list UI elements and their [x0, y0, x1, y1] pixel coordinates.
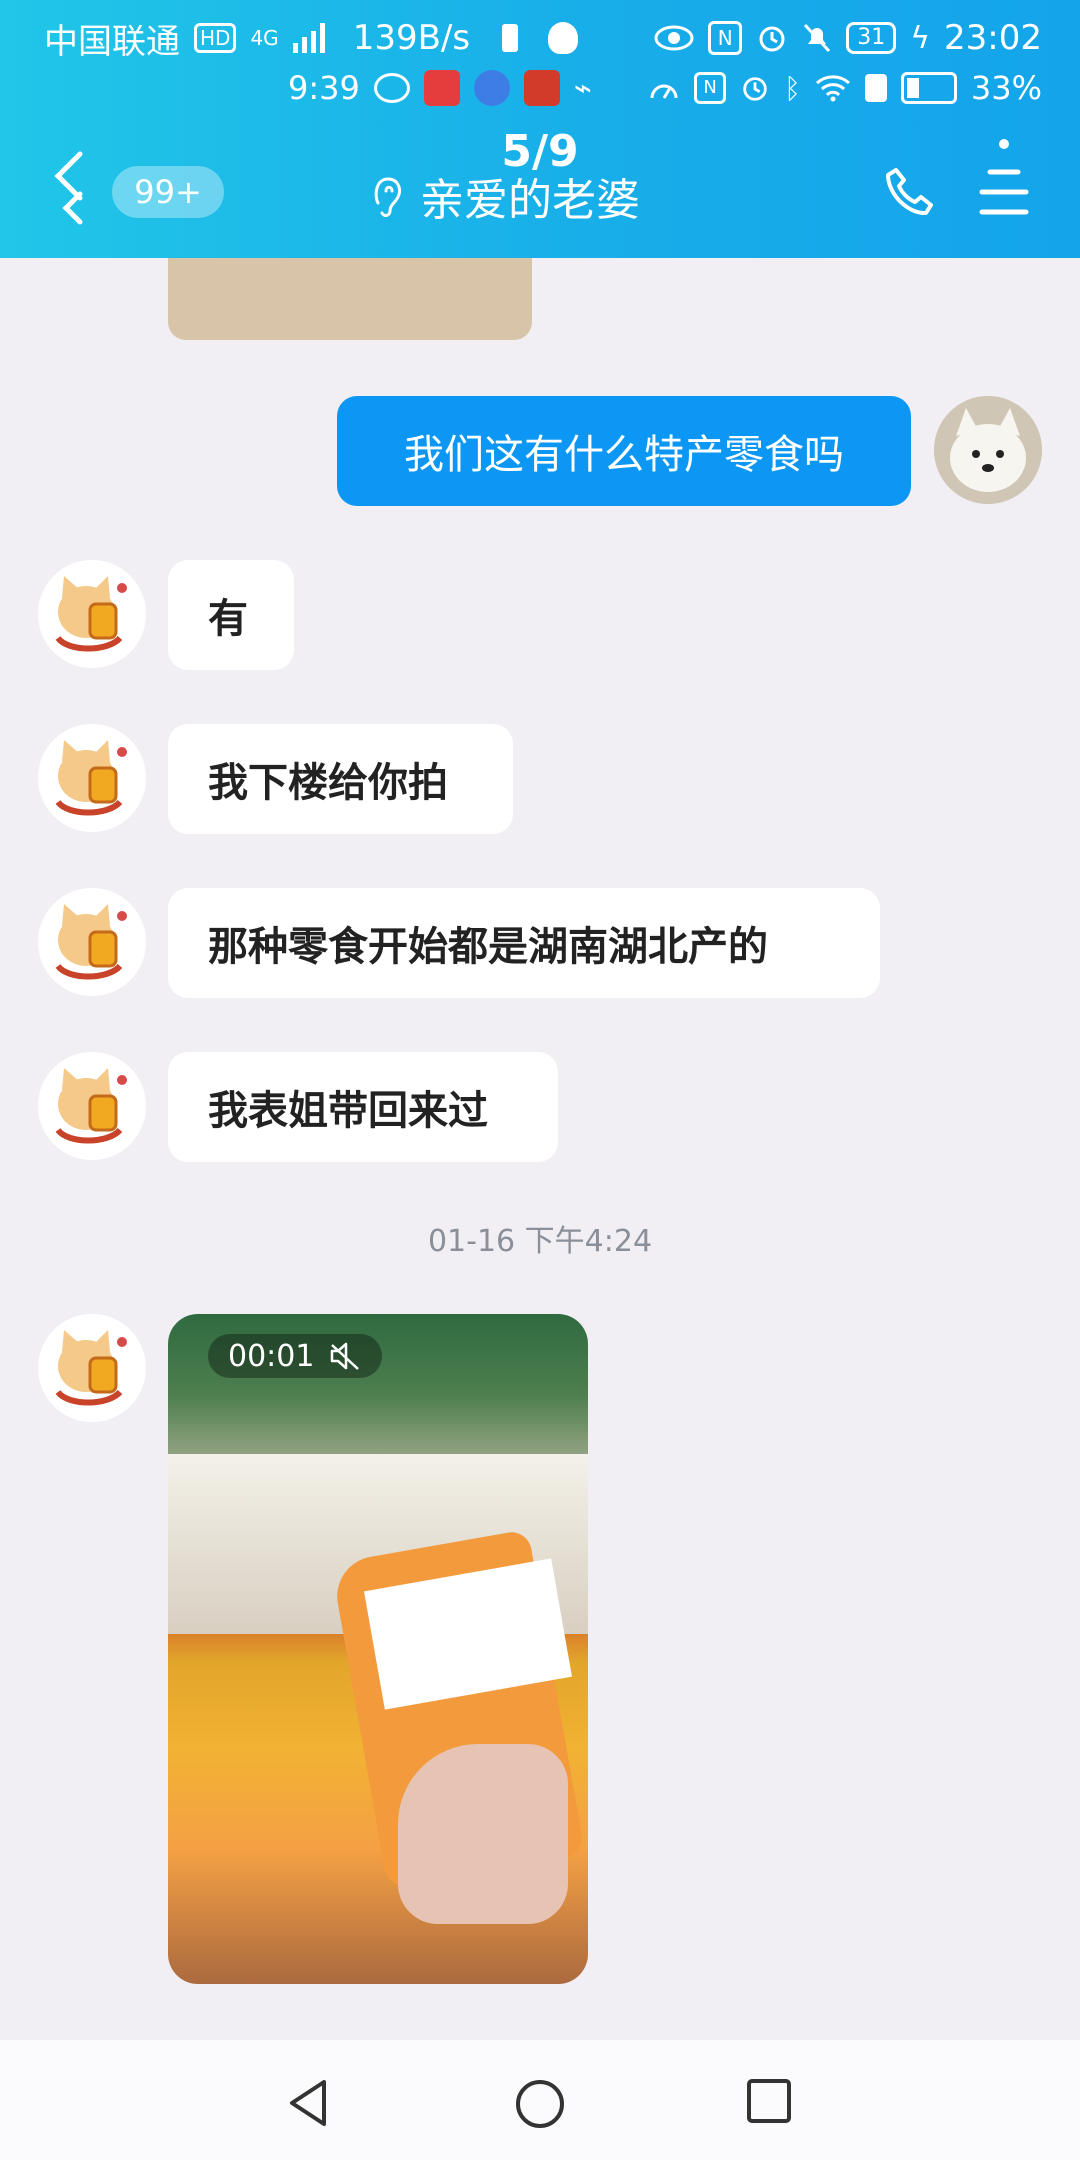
video-duration-badge: 00:01 [208, 1334, 383, 1378]
contact-name: 亲爱的老婆 [420, 175, 640, 226]
cat-avatar-image [38, 1052, 146, 1160]
message-bubble-incoming[interactable]: 那种零食开始都是湖南湖北产的 [168, 888, 880, 998]
chat-header: 中国联通 HD 4G 139B/s N 31 ϟ 23:02 9:39 ⌁ N … [0, 0, 1080, 258]
link-icon: ⌁ [573, 70, 592, 106]
navigation-bar: 99+ 5/9 亲爱的老婆 [0, 120, 1080, 260]
nfc-icon: N [708, 21, 743, 55]
mute-bell-icon [804, 23, 831, 53]
carrier-name: 中国联通 [44, 21, 180, 62]
battery-icon [900, 72, 957, 104]
battery-percent: 33% [970, 69, 1042, 107]
video-duration: 00:01 [228, 1338, 315, 1374]
contact-avatar[interactable] [38, 888, 146, 996]
app-icon-1 [423, 70, 460, 106]
alert-icon [864, 74, 887, 102]
eye-icon [654, 25, 694, 51]
phone-icon[interactable] [882, 164, 938, 220]
contact-avatar[interactable] [38, 1314, 146, 1422]
wifi-icon [815, 75, 850, 102]
charging-icon: ϟ [910, 20, 931, 56]
calendar-badge: 31 [846, 22, 897, 54]
nav-back-icon[interactable] [286, 2078, 330, 2128]
contact-avatar[interactable] [38, 724, 146, 832]
network-type: 4G [250, 26, 279, 50]
qq-icon [548, 22, 579, 54]
system-navigation-bar [0, 2040, 1080, 2160]
previous-image-message[interactable] [168, 258, 532, 340]
message-bubble-incoming[interactable]: 有 [168, 560, 294, 670]
menu-icon[interactable] [976, 136, 1032, 226]
clock-time: 23:02 [944, 18, 1042, 58]
sim-icon [502, 24, 519, 52]
contact-avatar[interactable] [38, 1052, 146, 1160]
message-bubble-outgoing[interactable]: 我们这有什么特产零食吗 [337, 396, 911, 506]
app-icon-2 [473, 70, 510, 106]
wechat-icon [373, 73, 410, 103]
cat-avatar-image [38, 560, 146, 668]
secondary-time: 9:39 [288, 69, 360, 107]
alarm-icon-2 [743, 77, 767, 101]
status-bar-row-2: 9:39 ⌁ N ᛒ 33% [288, 62, 1042, 112]
cat-avatar-image [38, 1314, 146, 1422]
app-icon-3 [523, 70, 560, 106]
video-message[interactable]: 00:01 [168, 1314, 588, 1984]
nav-home-icon[interactable] [514, 2078, 566, 2130]
my-avatar[interactable] [934, 396, 1042, 504]
cat-avatar-image [38, 888, 146, 996]
message-bubble-incoming[interactable]: 我表姐带回来过 [168, 1052, 558, 1162]
timestamp-separator: 01-16 下午4:24 [427, 1224, 653, 1259]
contact-avatar[interactable] [38, 560, 146, 668]
nfc-icon-2: N [694, 72, 727, 104]
alarm-icon [759, 26, 785, 52]
message-bubble-incoming[interactable]: 我下楼给你拍 [168, 724, 513, 834]
chat-title[interactable]: 亲爱的老婆 [370, 164, 640, 228]
nav-recents-icon[interactable] [746, 2078, 792, 2124]
video-frame-thumb [398, 1744, 568, 1924]
status-bar-row-1: 中国联通 HD 4G 139B/s N 31 ϟ 23:02 [44, 12, 1042, 64]
ear-icon [374, 177, 402, 217]
mute-icon[interactable] [328, 1341, 362, 1371]
cat-avatar-image [38, 724, 146, 832]
hd-badge: HD [194, 23, 237, 53]
network-speed: 139B/s [352, 18, 471, 58]
bluetooth-icon: ᛒ [784, 71, 801, 105]
dog-avatar-image [934, 396, 1042, 504]
signal-icon [292, 23, 325, 53]
speedometer-icon [650, 84, 678, 99]
